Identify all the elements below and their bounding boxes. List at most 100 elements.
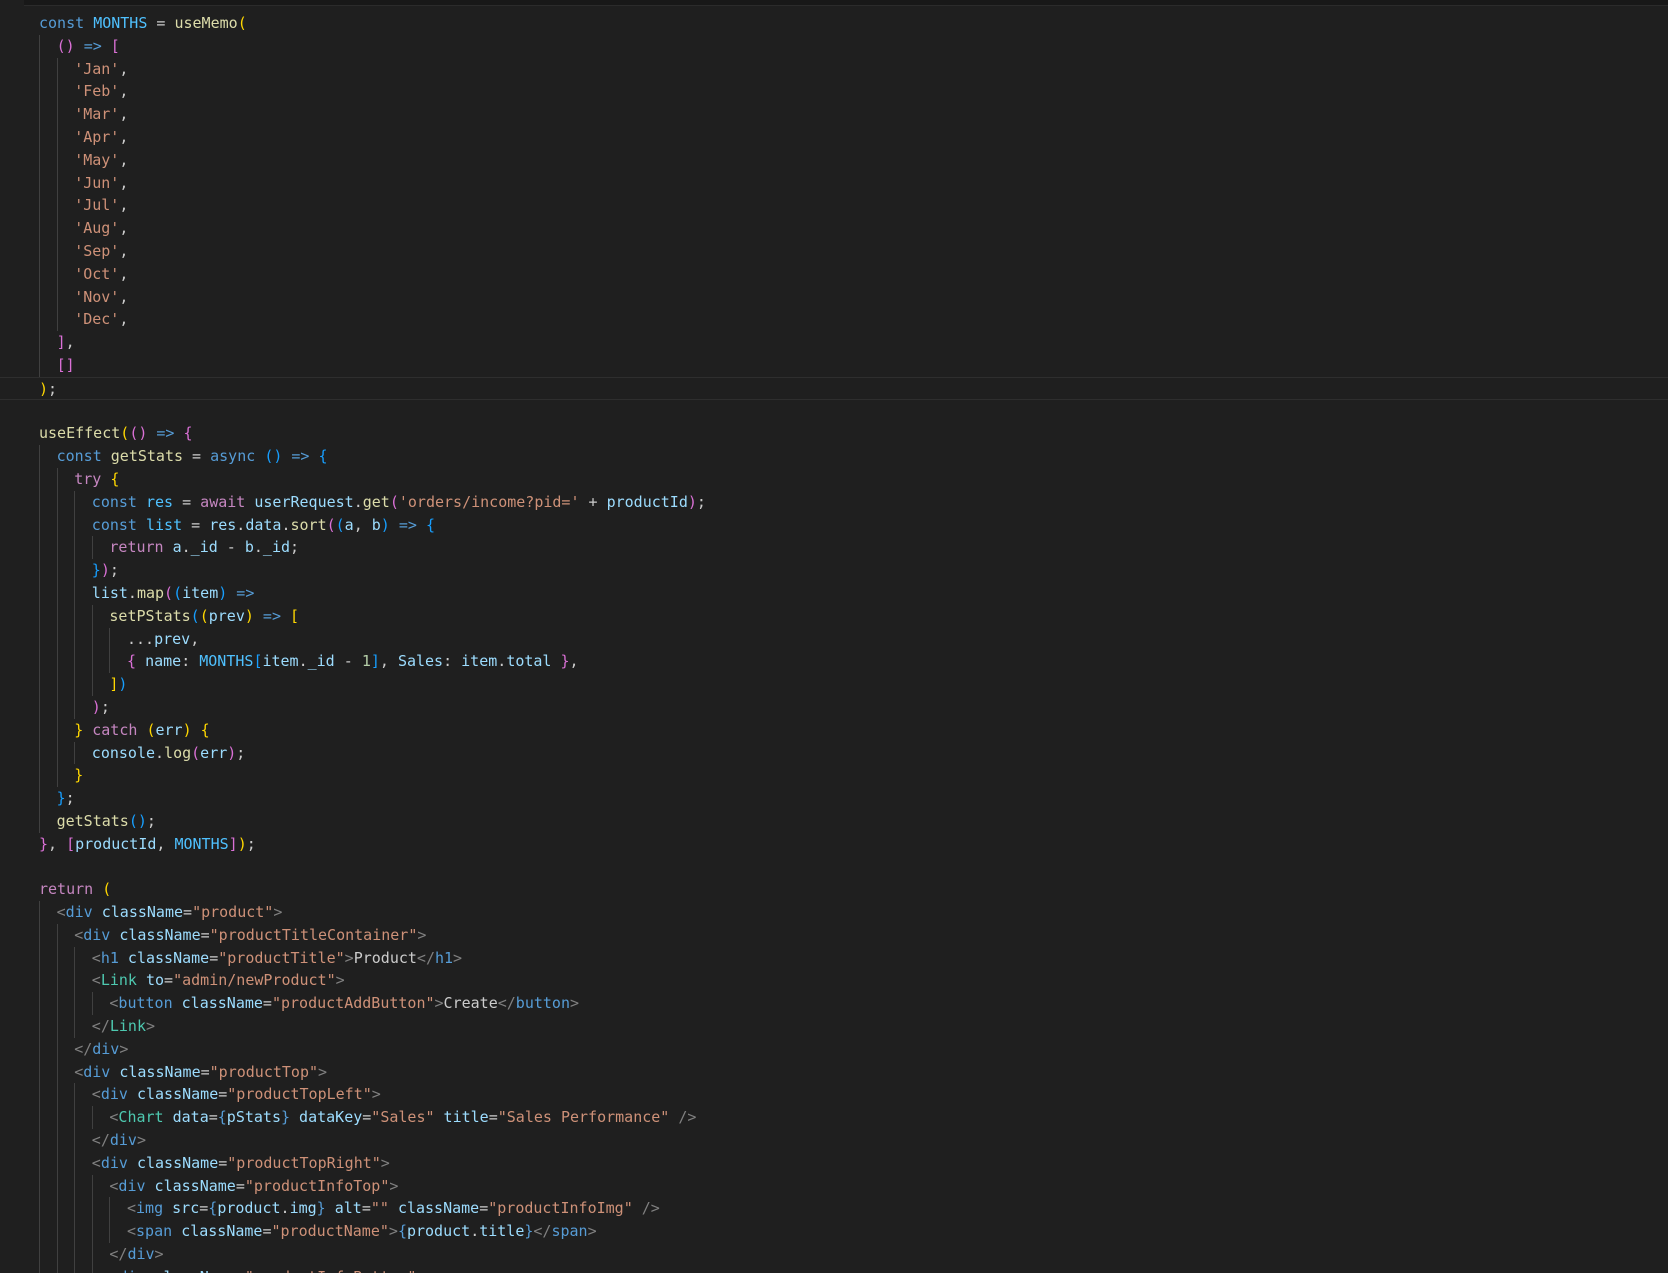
code-line[interactable] — [0, 855, 1668, 878]
indent-guide — [39, 1015, 40, 1038]
editor-top-border — [0, 0, 1668, 6]
code-token: : — [443, 652, 462, 671]
indent-guide — [56, 148, 58, 172]
code-line[interactable]: <span className="productName">{product.t… — [0, 1220, 1668, 1244]
code-line[interactable]: ); — [0, 695, 1668, 719]
code-line[interactable]: 'Jun', — [0, 171, 1668, 195]
code-token: product — [406, 1222, 471, 1241]
code-line[interactable]: const list = res.data.sort((a, b) => { — [0, 513, 1668, 537]
code-token: Product — [353, 948, 417, 967]
code-line[interactable]: <img src={product.img} alt="" className=… — [0, 1197, 1668, 1221]
code-token: list — [91, 583, 128, 602]
code-token: - — [217, 538, 245, 557]
code-token: className — [119, 925, 201, 944]
code-line[interactable]: const MONTHS = useMemo( — [0, 12, 1668, 35]
code-token: < — [127, 1222, 137, 1241]
code-token: div — [92, 1039, 120, 1058]
code-line[interactable]: <Chart data={pStats} dataKey="Sales" tit… — [0, 1106, 1668, 1130]
code-line[interactable]: 'Feb', — [0, 80, 1668, 104]
code-line[interactable]: <div className="productTopRight"> — [0, 1151, 1668, 1175]
code-line[interactable]: </div> — [0, 1129, 1668, 1152]
indent-guide — [56, 239, 58, 263]
code-line[interactable]: 'Mar', — [0, 103, 1668, 126]
code-token: product — [217, 1199, 281, 1218]
indent-guide — [56, 308, 58, 332]
code-line[interactable]: ...prev, — [0, 627, 1668, 651]
code-token: catch — [92, 720, 147, 739]
code-line[interactable]: ]) — [0, 673, 1668, 696]
code-line[interactable]: 'Apr', — [0, 125, 1668, 149]
code-line[interactable]: 'Aug', — [0, 217, 1668, 240]
code-line[interactable]: 'Dec', — [0, 308, 1668, 332]
code-line[interactable]: </div> — [0, 1243, 1668, 1266]
indent-guide — [74, 1106, 76, 1130]
code-line[interactable]: useEffect(() => { — [0, 422, 1668, 445]
code-token: err — [155, 720, 183, 739]
code-token: 'Oct' — [74, 264, 120, 283]
code-line[interactable]: const getStats = async () => { — [0, 445, 1668, 468]
code-line[interactable]: </div> — [0, 1037, 1668, 1061]
code-token: 'Jan' — [74, 59, 120, 78]
code-line[interactable]: 'Sep', — [0, 239, 1668, 263]
indent-guide — [39, 809, 40, 833]
code-editor[interactable]: const MONTHS = useMemo(() => ['Jan', 'Feb… — [0, 0, 1668, 1273]
code-line[interactable]: }, [productId, MONTHS]); — [0, 833, 1668, 856]
code-token: ( — [173, 583, 183, 602]
code-line[interactable]: const res = await userRequest.get('order… — [0, 490, 1668, 514]
indent-guide — [39, 536, 40, 560]
code-line[interactable]: }); — [0, 559, 1668, 582]
indent-guide — [74, 536, 76, 560]
code-line[interactable]: return a._id - b._id; — [0, 536, 1668, 560]
code-line[interactable]: <div className="productTitleContainer"> — [0, 923, 1668, 947]
code-line[interactable]: }; — [0, 787, 1668, 810]
indent-guide — [56, 946, 58, 970]
code-token: img — [136, 1199, 173, 1218]
code-token: ( — [102, 880, 112, 899]
code-line[interactable]: 'Nov', — [0, 285, 1668, 309]
code-line[interactable]: getStats(); — [0, 809, 1668, 833]
code-line[interactable]: [] — [0, 353, 1668, 377]
code-line[interactable]: <div className="productInfoTop"> — [0, 1174, 1668, 1198]
code-line[interactable]: 'Jan', — [0, 57, 1668, 81]
code-line[interactable]: 'May', — [0, 148, 1668, 172]
code-line[interactable]: } — [0, 764, 1668, 788]
code-line[interactable]: <Link to="admin/newProduct"> — [0, 969, 1668, 993]
indent-guide — [74, 741, 76, 765]
indent-guide — [39, 34, 40, 58]
code-line[interactable]: <div className="productTop"> — [0, 1060, 1668, 1084]
code-token: , — [48, 834, 67, 853]
code-line[interactable]: return ( — [0, 878, 1668, 901]
indent-guide — [56, 741, 58, 765]
indent-guide — [56, 1151, 58, 1175]
indent-guide — [74, 581, 76, 605]
code-line[interactable]: try { — [0, 467, 1668, 491]
code-line[interactable]: setPStats((prev) => [ — [0, 604, 1668, 628]
code-area[interactable]: const MONTHS = useMemo(() => ['Jan', 'Feb… — [0, 12, 1668, 1273]
code-line[interactable]: () => [ — [0, 34, 1668, 58]
code-line[interactable]: ); — [0, 376, 1668, 400]
code-line[interactable]: <div className="product"> — [0, 901, 1668, 924]
code-line[interactable]: { name: MONTHS[item._id - 1], Sales: ite… — [0, 650, 1668, 674]
code-line[interactable]: <h1 className="productTitle">Product</h1… — [0, 946, 1668, 970]
indent-guide — [39, 285, 40, 309]
code-line[interactable]: <div className="productInfoBottom"> — [0, 1265, 1668, 1273]
code-line[interactable] — [0, 400, 1668, 423]
code-token: = — [173, 492, 201, 511]
indent-guide — [39, 490, 40, 514]
code-token: name — [145, 652, 182, 671]
code-token: = — [182, 515, 210, 534]
code-token: = — [147, 14, 175, 32]
code-line[interactable]: console.log(err); — [0, 741, 1668, 765]
code-line[interactable]: ], — [0, 331, 1668, 354]
indent-guide — [39, 946, 40, 970]
code-line[interactable]: <button className="productAddButton">Cre… — [0, 992, 1668, 1016]
code-line[interactable]: } catch (err) { — [0, 718, 1668, 742]
code-line[interactable]: <div className="productTopLeft"> — [0, 1083, 1668, 1107]
code-line[interactable]: 'Oct', — [0, 262, 1668, 286]
code-line[interactable]: </Link> — [0, 1015, 1668, 1038]
code-token: , — [190, 629, 200, 648]
code-line[interactable]: 'Jul', — [0, 194, 1668, 218]
code-token: . — [280, 1199, 290, 1218]
code-token: , — [119, 264, 129, 283]
code-line[interactable]: list.map((item) => — [0, 581, 1668, 605]
